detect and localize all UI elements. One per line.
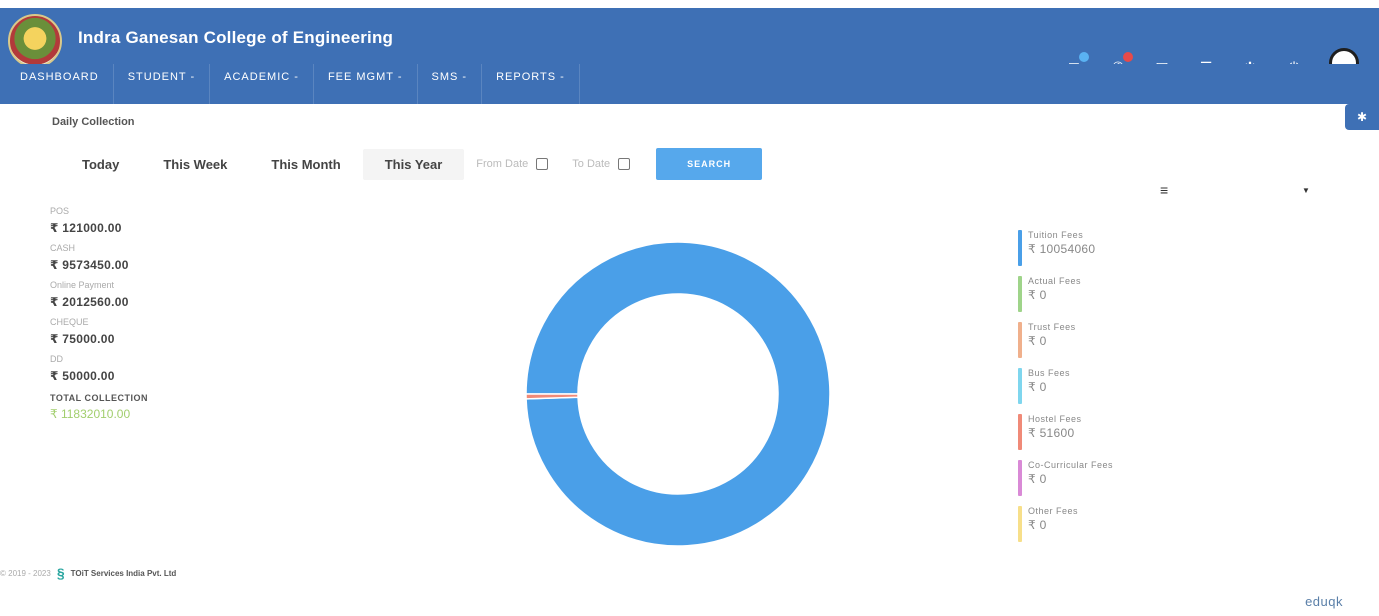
settings-toggle-button[interactable]: ✱ xyxy=(1345,104,1379,130)
nav-academic[interactable]: ACADEMIC - xyxy=(210,64,314,104)
chat-badge xyxy=(1079,52,1089,62)
company-name[interactable]: TOiT Services India Pvt. Ltd xyxy=(71,569,177,578)
legend-value: ₹ 10054060 xyxy=(1028,242,1096,256)
from-date-placeholder: From Date xyxy=(476,158,529,170)
copyright-text: © 2019 - 2023 xyxy=(0,568,51,578)
legend-swatch xyxy=(1018,322,1022,358)
collection-value: ₹ 50000.00 xyxy=(50,369,115,383)
collection-label: POS xyxy=(50,206,70,216)
date-filters: Today This Week This Month This Year Fro… xyxy=(60,148,763,180)
legend-name: Co-Curricular Fees xyxy=(1028,460,1114,470)
legend-swatch xyxy=(1018,506,1022,542)
nav-sms[interactable]: SMS - xyxy=(418,64,483,104)
footer: © 2019 - 2023 § TOiT Services India Pvt.… xyxy=(0,565,176,581)
to-date-field[interactable]: To Date xyxy=(560,150,642,178)
legend-value: ₹ 0 xyxy=(1028,472,1047,486)
legend-name: Hostel Fees xyxy=(1028,414,1082,424)
legend-name: Bus Fees xyxy=(1028,368,1071,378)
tab-this-week[interactable]: This Week xyxy=(141,149,249,180)
legend-item: Bus Fees ₹ 0 xyxy=(1018,368,1198,414)
header: Indra Ganesan College of Engineering ✉ ✆… xyxy=(0,0,1379,118)
legend-value: ₹ 51600 xyxy=(1028,426,1075,440)
product-brand: eduqk xyxy=(1305,594,1343,609)
fees-donut-chart xyxy=(525,241,831,547)
collection-summary: POS ₹ 121000.00 CASH ₹ 9573450.00 Online… xyxy=(50,198,270,421)
nav-student[interactable]: STUDENT - xyxy=(114,64,211,104)
tab-this-year[interactable]: This Year xyxy=(362,148,465,180)
legend-item: Hostel Fees ₹ 51600 xyxy=(1018,414,1198,460)
legend-item: Co-Curricular Fees ₹ 0 xyxy=(1018,460,1198,506)
chart-legend: Tuition Fees ₹ 10054060 Actual Fees ₹ 0 Tr… xyxy=(1018,230,1198,552)
company-logo-icon: § xyxy=(56,565,65,581)
legend-swatch xyxy=(1018,414,1022,450)
from-date-field[interactable]: From Date xyxy=(464,150,560,178)
page-title: Daily Collection xyxy=(52,116,135,128)
legend-item: Trust Fees ₹ 0 xyxy=(1018,322,1198,368)
collection-label: DD xyxy=(50,354,63,364)
legend-value: ₹ 0 xyxy=(1028,288,1047,302)
legend-swatch xyxy=(1018,230,1022,266)
chevron-down-icon[interactable]: ▼ xyxy=(1302,186,1310,195)
nav-fee-mgmt[interactable]: FEE MGMT - xyxy=(314,64,418,104)
tab-this-month[interactable]: This Month xyxy=(249,149,362,180)
total-collection-value: ₹ 11832010.00 xyxy=(50,407,131,421)
collection-value: ₹ 2012560.00 xyxy=(50,295,129,309)
legend-item: Other Fees ₹ 0 xyxy=(1018,506,1198,552)
calendar-icon[interactable] xyxy=(536,158,549,170)
legend-name: Tuition Fees xyxy=(1028,230,1084,240)
collection-value: ₹ 75000.00 xyxy=(50,332,115,346)
calendar-icon[interactable] xyxy=(618,158,631,170)
brand-bar: Indra Ganesan College of Engineering ✉ ✆… xyxy=(0,8,1379,78)
legend-value: ₹ 0 xyxy=(1028,334,1047,348)
collection-label: CASH xyxy=(50,243,76,253)
search-button[interactable]: SEARCH xyxy=(656,148,763,180)
legend-value: ₹ 0 xyxy=(1028,380,1047,394)
legend-value: ₹ 0 xyxy=(1028,518,1047,532)
notification-badge xyxy=(1123,52,1133,62)
donut-slice-hostel-fees[interactable] xyxy=(525,393,579,400)
legend-name: Other Fees xyxy=(1028,506,1079,516)
collection-label: CHEQUE xyxy=(50,317,89,327)
college-logo xyxy=(8,14,62,68)
legend-name: Trust Fees xyxy=(1028,322,1076,332)
legend-name: Actual Fees xyxy=(1028,276,1082,286)
legend-item: Actual Fees ₹ 0 xyxy=(1018,276,1198,322)
legend-swatch xyxy=(1018,276,1022,312)
total-collection-label: TOTAL COLLECTION xyxy=(50,393,148,403)
filter-icon[interactable]: ≡ xyxy=(1160,182,1168,198)
legend-swatch xyxy=(1018,460,1022,496)
tab-today[interactable]: Today xyxy=(60,149,141,180)
collection-value: ₹ 121000.00 xyxy=(50,221,122,235)
to-date-placeholder: To Date xyxy=(572,158,611,170)
collection-value: ₹ 9573450.00 xyxy=(50,258,129,272)
legend-swatch xyxy=(1018,368,1022,404)
college-name: Indra Ganesan College of Engineering xyxy=(78,28,394,47)
nav-reports[interactable]: REPORTS - xyxy=(482,64,580,104)
main-nav: DASHBOARD STUDENT - ACADEMIC - FEE MGMT … xyxy=(0,64,1379,104)
collection-label: Online Payment xyxy=(50,280,115,290)
legend-item: Tuition Fees ₹ 10054060 xyxy=(1018,230,1198,276)
nav-dashboard[interactable]: DASHBOARD xyxy=(12,64,114,104)
